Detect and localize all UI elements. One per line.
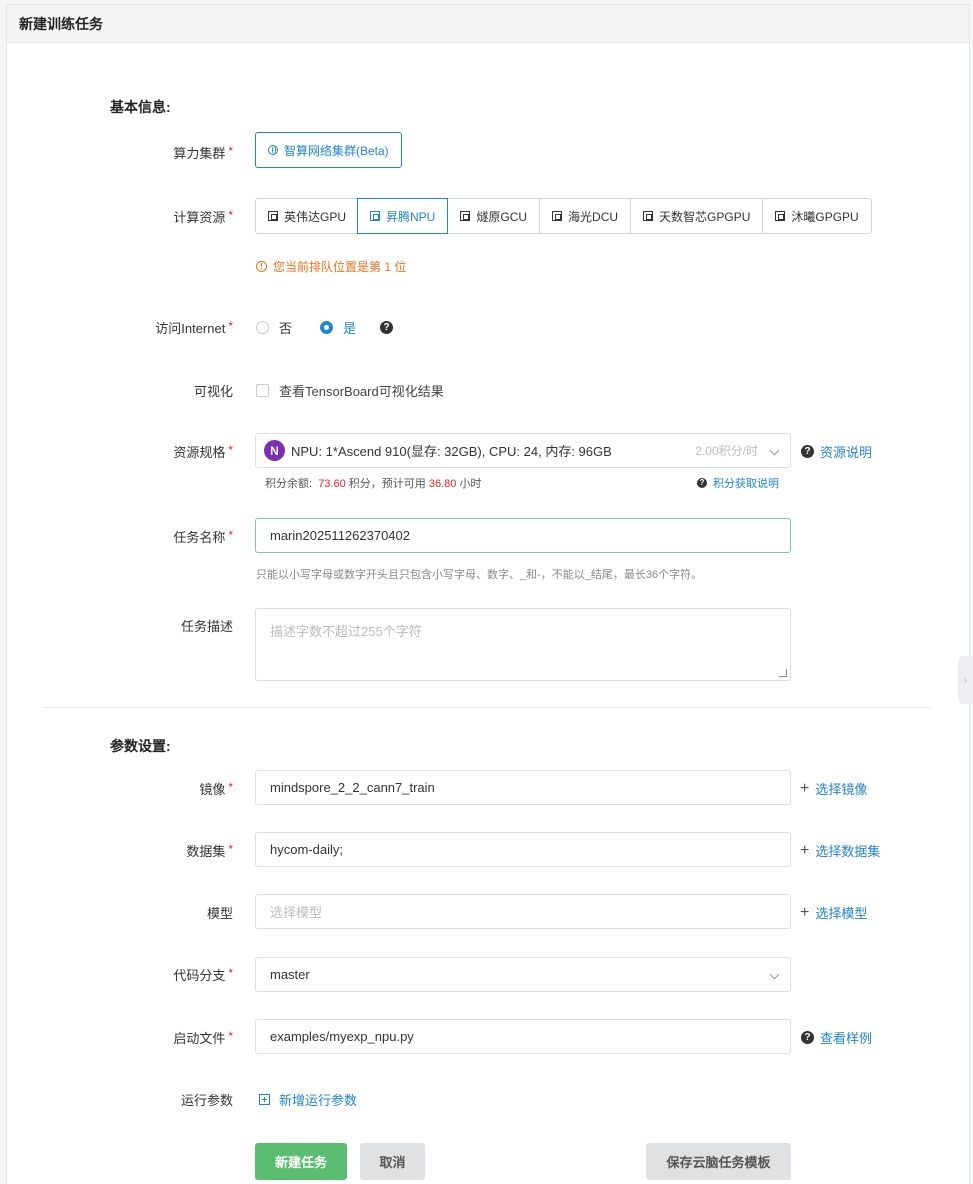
resource-option-enflame[interactable]: 燧原GCU <box>447 199 539 233</box>
question-icon[interactable]: ? <box>380 321 394 334</box>
panel-header: 新建训练任务 <box>7 5 969 43</box>
chip-icon <box>643 211 654 221</box>
plus-icon: + <box>800 903 810 921</box>
points-info-link[interactable]: ? 积分获取说明 <box>697 475 779 491</box>
image-label: 镜像 * <box>199 780 233 797</box>
side-collapse-handle[interactable]: › <box>958 656 973 704</box>
spec-select[interactable]: N NPU: 1*Ascend 910(显存: 32GB), CPU: 24, … <box>255 433 791 468</box>
new-training-task-panel: 新建训练任务 <box>6 4 970 1184</box>
points-balance: 积分余额: 73.60 积分，预计可用 36.80 小时 <box>265 478 482 490</box>
boot-file-label: 启动文件 * <box>173 1029 233 1046</box>
task-name-input[interactable]: marin202511262370402 <box>255 518 791 553</box>
save-template-button[interactable]: 保存云脑任务模板 <box>646 1143 791 1180</box>
plus-icon: + <box>800 779 810 797</box>
chevron-down-icon <box>769 445 780 456</box>
chevron-right-icon: › <box>964 675 967 685</box>
resource-option-hygon[interactable]: 海光DCU <box>539 199 630 233</box>
cancel-button[interactable]: 取消 <box>360 1143 425 1180</box>
question-icon: ? <box>697 478 707 488</box>
task-desc-label: 任务描述 <box>180 619 233 634</box>
section-divider <box>44 707 931 708</box>
branch-select[interactable]: master <box>255 957 791 992</box>
model-input[interactable]: 选择模型 <box>255 894 791 929</box>
question-icon: ? <box>801 1031 814 1044</box>
image-input[interactable]: mindspore_2_2_cann7_train <box>255 770 791 805</box>
chip-icon <box>268 211 278 221</box>
resize-handle[interactable] <box>779 669 787 677</box>
branch-label: 代码分支 * <box>173 966 233 983</box>
resource-info-link[interactable]: ? 资源说明 <box>801 442 872 461</box>
resource-label: 计算资源 * <box>173 208 233 225</box>
select-model-link[interactable]: + 选择模型 <box>800 903 867 922</box>
internet-label: 访问Internet * <box>155 319 233 336</box>
cluster-option-button[interactable]: 智算网络集群(Beta) <box>255 132 402 168</box>
boot-file-input[interactable]: examples/myexp_npu.py <box>255 1019 791 1054</box>
tensorboard-checkbox[interactable] <box>256 384 269 397</box>
dataset-label: 数据集 * <box>186 842 233 859</box>
run-params-label: 运行参数 <box>180 1093 233 1108</box>
chip-icon <box>775 211 786 221</box>
chip-icon <box>552 211 563 221</box>
chip-icon <box>370 211 381 221</box>
resource-option-metax[interactable]: 沐曦GPGPU <box>762 199 870 233</box>
question-icon: ? <box>801 445 814 458</box>
add-square-icon <box>259 1094 270 1105</box>
create-task-button[interactable]: 新建任务 <box>255 1143 347 1180</box>
view-sample-link[interactable]: ? 查看样例 <box>801 1028 872 1047</box>
resource-option-iluvatar[interactable]: 天数智芯GPGPU <box>630 199 762 233</box>
chip-icon <box>460 211 471 221</box>
chevron-down-icon <box>769 969 780 980</box>
select-image-link[interactable]: + 选择镜像 <box>800 779 867 798</box>
dataset-input[interactable]: hycom-daily; <box>255 832 791 867</box>
task-name-hint: 只能以小写字母或数字开头且只包含小写字母、数字、_和-，不能以_结尾，最长36个… <box>256 569 703 581</box>
internet-no-label: 否 <box>279 321 293 336</box>
queue-notice: ! 您当前排队位置是第 1 位 <box>256 258 406 275</box>
page-title: 新建训练任务 <box>19 15 103 32</box>
npu-avatar: N <box>264 440 285 461</box>
internet-yes-label: 是 <box>343 321 357 336</box>
globe-icon <box>268 145 278 155</box>
internet-no-radio[interactable] <box>256 321 269 334</box>
tensorboard-option: 查看TensorBoard可视化结果 <box>256 381 444 400</box>
resource-options: 英伟达GPU 昇腾NPU 燧原GCU 海光DCU 天数智芯GPGPU 沐曦GPG… <box>255 198 872 234</box>
resource-option-nvidia[interactable]: 英伟达GPU <box>256 199 358 233</box>
resource-option-ascend[interactable]: 昇腾NPU <box>357 198 449 234</box>
warning-icon: ! <box>256 261 267 272</box>
internet-yes-radio[interactable] <box>320 321 334 334</box>
cluster-label: 算力集群 * <box>173 144 233 161</box>
select-dataset-link[interactable]: + 选择数据集 <box>800 841 880 860</box>
spec-label: 资源规格 * <box>173 443 233 460</box>
basic-info-title: 基本信息: <box>110 99 171 115</box>
visual-label: 可视化 <box>193 384 233 399</box>
task-name-label: 任务名称 * <box>173 528 233 545</box>
internet-radio-group: 否 是 ? <box>256 318 394 337</box>
task-desc-textarea[interactable]: 描述字数不超过255个字符 <box>255 608 791 681</box>
model-label: 模型 <box>206 906 233 921</box>
add-run-param-link[interactable]: 新增运行参数 <box>259 1090 357 1109</box>
plus-icon: + <box>800 841 810 859</box>
params-title: 参数设置: <box>110 738 171 754</box>
